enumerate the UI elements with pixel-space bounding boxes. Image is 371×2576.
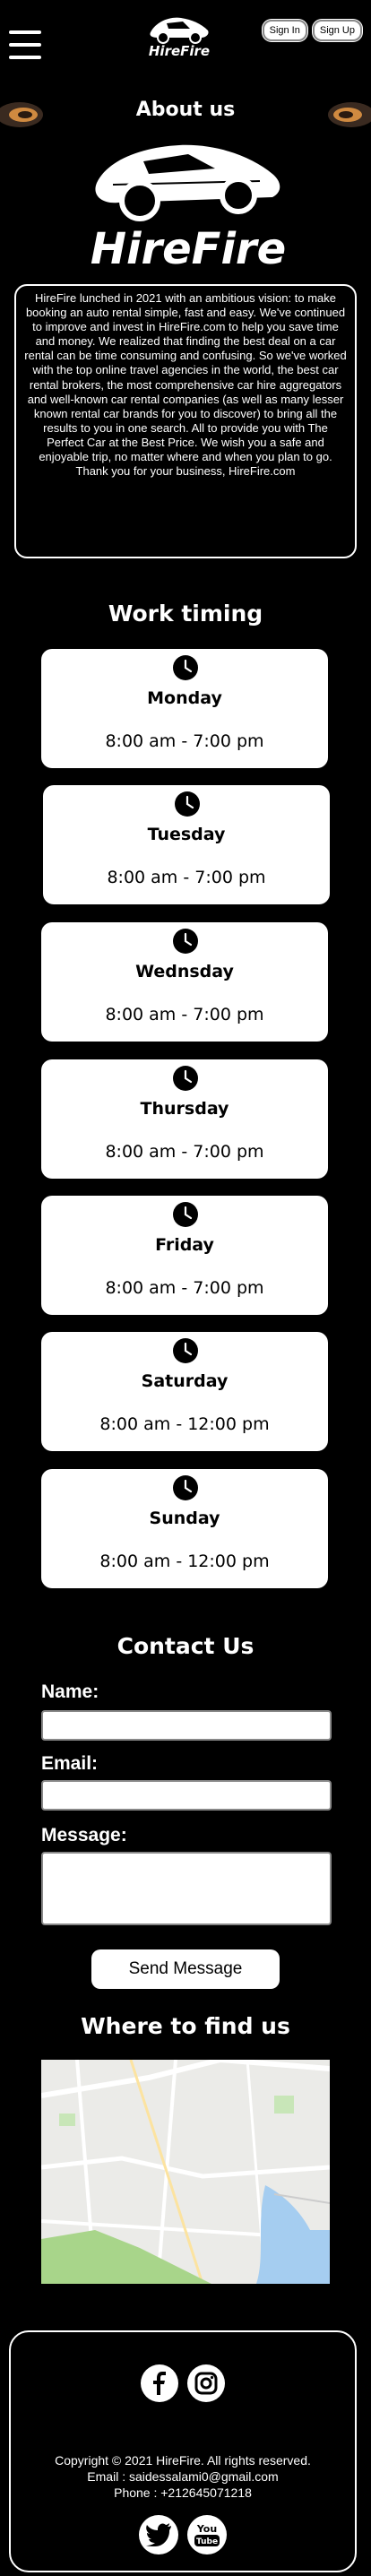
header: HireFire Sign In Sign Up	[0, 0, 371, 99]
hirefire-logo[interactable]: HireFire	[143, 9, 215, 61]
day-hours: 8:00 am - 7:00 pm	[105, 731, 264, 751]
email-input[interactable]	[41, 1780, 332, 1811]
clock-icon	[173, 1475, 198, 1500]
day-name: Saturday	[141, 1371, 229, 1391]
day-hours: 8:00 am - 12:00 pm	[99, 1414, 270, 1434]
email-text[interactable]: Email : saidessalami0@gmail.com	[11, 2468, 355, 2485]
svg-text:HireFire: HireFire	[149, 43, 210, 59]
name-input[interactable]	[41, 1710, 332, 1741]
day-name: Wednsday	[135, 962, 234, 981]
phone-text[interactable]: Phone : +212645071218	[11, 2485, 355, 2501]
clock-icon	[173, 1066, 198, 1091]
youtube-icon[interactable]: You Tube	[187, 2515, 227, 2554]
day-card-saturday: Saturday 8:00 am - 12:00 pm	[41, 1332, 328, 1451]
logo-text: HireFire	[91, 224, 286, 274]
contact-title: Contact Us	[116, 1633, 255, 1659]
where-title: Where to find us	[81, 2013, 290, 2039]
day-hours: 8:00 am - 7:00 pm	[107, 868, 266, 887]
day-name: Sunday	[149, 1508, 220, 1528]
about-paragraph: HireFire lunched in 2021 with an ambitio…	[24, 291, 347, 479]
clock-icon	[173, 929, 198, 954]
message-label: Message:	[41, 1825, 127, 1846]
about-text-card: HireFire lunched in 2021 with an ambitio…	[14, 284, 357, 558]
day-hours: 8:00 am - 12:00 pm	[99, 1552, 270, 1571]
twitter-icon[interactable]	[139, 2515, 178, 2554]
clock-icon	[175, 791, 200, 817]
work-timing-title: Work timing	[108, 601, 263, 627]
clock-icon	[173, 1338, 198, 1363]
email-label: Email:	[41, 1753, 99, 1774]
facebook-icon[interactable]	[141, 2364, 178, 2402]
day-card-wednsday: Wednsday 8:00 am - 7:00 pm	[41, 922, 328, 1042]
day-card-monday: Monday 8:00 am - 7:00 pm	[41, 649, 328, 768]
send-message-button[interactable]: Send Message	[91, 1949, 280, 1989]
hirefire-big-logo: HireFire	[91, 144, 286, 274]
day-card-friday: Friday 8:00 am - 7:00 pm	[41, 1196, 328, 1315]
clock-icon	[173, 1202, 198, 1227]
clock-icon	[173, 655, 198, 680]
day-card-sunday: Sunday 8:00 am - 12:00 pm	[41, 1469, 328, 1588]
day-hours: 8:00 am - 7:00 pm	[105, 1142, 264, 1162]
day-card-tuesday: Tuesday 8:00 am - 7:00 pm	[43, 785, 330, 904]
about-hero: About us HireFire	[0, 99, 371, 282]
day-name: Monday	[147, 688, 222, 708]
instagram-icon[interactable]	[187, 2364, 225, 2402]
copyright-text: Copyright © 2021 HireFire. All rights re…	[55, 2453, 311, 2468]
svg-text:You: You	[196, 2523, 217, 2535]
menu-icon[interactable]	[9, 29, 41, 61]
sign-up-button[interactable]: Sign Up	[312, 20, 362, 41]
day-name: Friday	[155, 1235, 214, 1255]
message-textarea[interactable]	[41, 1852, 332, 1925]
day-name: Tuesday	[147, 825, 226, 844]
footer: Copyright © 2021 HireFire. All rights re…	[9, 2330, 357, 2572]
day-hours: 8:00 am - 7:00 pm	[105, 1278, 264, 1298]
day-card-thursday: Thursday 8:00 am - 7:00 pm	[41, 1059, 328, 1179]
svg-text:Tube: Tube	[196, 2537, 218, 2546]
sign-in-button[interactable]: Sign In	[262, 20, 307, 41]
day-name: Thursday	[140, 1099, 229, 1119]
about-title: About us	[135, 99, 236, 121]
name-label: Name:	[41, 1681, 99, 1702]
location-map[interactable]	[41, 2060, 330, 2284]
day-hours: 8:00 am - 7:00 pm	[105, 1005, 264, 1024]
footer-info: Copyright © 2021 HireFire. All rights re…	[11, 2452, 355, 2501]
